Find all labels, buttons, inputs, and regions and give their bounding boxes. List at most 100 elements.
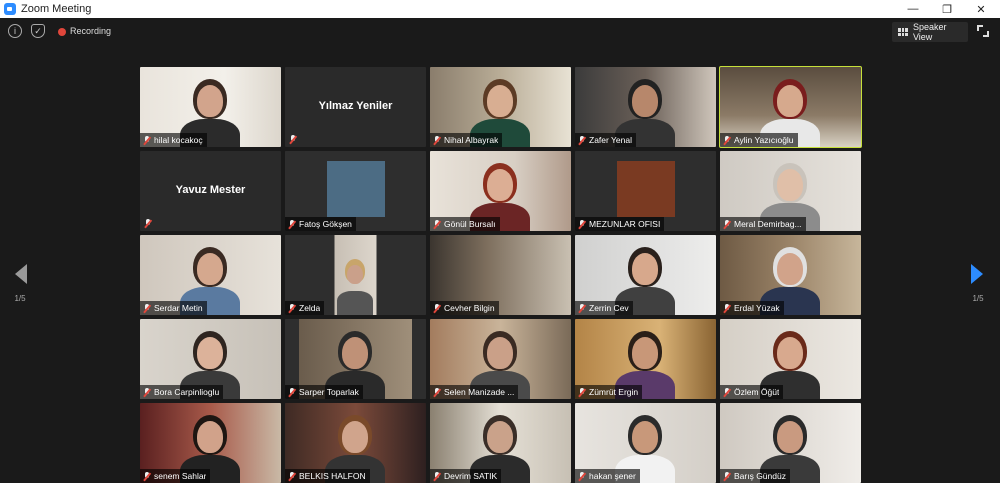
participant-name: Serdar Metin	[154, 303, 203, 313]
name-label: Selen Manizade ...	[430, 385, 519, 399]
participant-name: senem Sahlar	[154, 471, 207, 481]
window-title: Zoom Meeting	[21, 3, 92, 15]
maximize-button[interactable]: ❐	[930, 0, 964, 18]
meeting-toolbar: i ✓ Recording Speaker View	[0, 18, 1000, 46]
participant-tile[interactable]: MEZUNLAR OFISI	[575, 151, 716, 231]
name-label: Erdal Yüzak	[720, 301, 784, 315]
name-label: Özlem Öğüt	[720, 385, 784, 399]
participant-tile[interactable]: Zümrüt Ergin	[575, 319, 716, 399]
participant-tile[interactable]: Devrim SATIK	[430, 403, 571, 483]
participant-tile[interactable]: Zelda	[285, 235, 426, 315]
participant-name: Devrim SATIK	[444, 471, 498, 481]
participant-figure	[632, 337, 658, 369]
participant-tile[interactable]: Zafer Yenal	[575, 67, 716, 147]
recording-label: Recording	[70, 26, 112, 36]
participant-figure	[197, 421, 223, 453]
participant-name: Cevher Bilgin	[444, 303, 495, 313]
arrow-left-icon	[15, 264, 27, 284]
participant-tile[interactable]: hilal kocakoç	[140, 67, 281, 147]
participant-name: Yılmaz Yeniler	[318, 100, 393, 112]
participant-name: Özlem Öğüt	[734, 387, 780, 397]
participant-tile[interactable]: Bora Carpinlioglu	[140, 319, 281, 399]
participant-name: Zerrin Cev	[589, 303, 629, 313]
page-indicator-left: 1/5	[14, 294, 26, 303]
participant-figure	[487, 169, 513, 201]
title-bar: Zoom Meeting — ❐ ✕	[0, 0, 1000, 18]
mic-muted-icon	[143, 471, 151, 481]
gallery-grid: hilal kocakoç Yılmaz Yeniler Nihal Albayra…	[140, 66, 862, 483]
participant-tile[interactable]: Serdar Metin	[140, 235, 281, 315]
next-page-button[interactable]: 1/5	[966, 262, 990, 308]
participant-tile[interactable]: Selen Manizade ...	[430, 319, 571, 399]
grid-icon	[898, 28, 908, 36]
participant-tile[interactable]: Fatoş Gökşen	[285, 151, 426, 231]
fullscreen-icon[interactable]	[976, 24, 990, 38]
page-indicator-right: 1/5	[972, 294, 984, 303]
close-button[interactable]: ✕	[964, 0, 998, 18]
participant-tile[interactable]: Yılmaz Yeniler	[285, 67, 426, 147]
name-label: Zafer Yenal	[575, 133, 637, 147]
participant-tile[interactable]: Cevher Bilgin	[430, 235, 571, 315]
participant-name: MEZUNLAR OFISI	[589, 219, 661, 229]
name-label: hilal kocakoç	[140, 133, 207, 147]
participant-figure	[487, 337, 513, 369]
speaker-view-label: Speaker View	[912, 22, 947, 42]
minimize-button[interactable]: —	[896, 0, 930, 18]
participant-tile[interactable]: Nihal Albayrak	[430, 67, 571, 147]
mic-muted-icon	[723, 219, 731, 229]
name-label: MEZUNLAR OFISI	[575, 217, 665, 231]
name-label: Cevher Bilgin	[430, 301, 499, 315]
mic-muted-icon	[433, 135, 441, 145]
info-icon[interactable]: i	[8, 24, 22, 38]
previous-page-button[interactable]: 1/5	[8, 262, 32, 308]
participant-figure	[487, 85, 513, 117]
participant-name: Erdal Yüzak	[734, 303, 780, 313]
participant-name: Sarper Toparlak	[299, 387, 359, 397]
participant-name: Zelda	[299, 303, 321, 313]
speaker-view-button[interactable]: Speaker View	[892, 22, 968, 42]
mic-muted-icon	[578, 387, 586, 397]
profile-picture	[327, 161, 385, 217]
participant-name: Barış Gündüz	[734, 471, 786, 481]
name-label: Fatoş Gökşen	[285, 217, 356, 231]
participant-tile[interactable]: senem Sahlar	[140, 403, 281, 483]
participant-figure	[777, 253, 803, 285]
name-label: Nihal Albayrak	[430, 133, 503, 147]
shield-icon[interactable]: ✓	[31, 24, 45, 38]
participant-tile[interactable]: Meral Demirbag...	[720, 151, 861, 231]
participant-figure	[487, 421, 513, 453]
participant-figure	[632, 85, 658, 117]
participant-figure	[632, 253, 658, 285]
participant-tile[interactable]: Yavuz Mester	[140, 151, 281, 231]
name-label: Gönül Bursalı	[430, 217, 500, 231]
participant-name: Selen Manizade ...	[444, 387, 515, 397]
participant-name: Aylin Yazıcıoğlu	[734, 135, 794, 145]
participant-tile[interactable]: hakan şener	[575, 403, 716, 483]
participant-tile[interactable]: Aylin Yazıcıoğlu	[719, 66, 862, 148]
mic-muted-icon	[578, 135, 586, 145]
participant-tile[interactable]: Erdal Yüzak	[720, 235, 861, 315]
participant-tile[interactable]: Sarper Toparlak	[285, 319, 426, 399]
mic-muted-icon	[723, 471, 731, 481]
name-label: BELKIS HALFON	[285, 469, 370, 483]
participant-figure	[777, 85, 803, 117]
mic-muted-icon	[578, 303, 586, 313]
participant-figure	[197, 253, 223, 285]
mic-muted-icon	[723, 303, 731, 313]
participant-figure	[777, 421, 803, 453]
name-label: Meral Demirbag...	[720, 217, 806, 231]
participant-tile[interactable]: Gönül Bursalı	[430, 151, 571, 231]
mic-muted-icon	[433, 387, 441, 397]
participant-tile[interactable]: Özlem Öğüt	[720, 319, 861, 399]
participant-name: Yavuz Mester	[175, 184, 246, 196]
name-label: senem Sahlar	[140, 469, 211, 483]
name-label: hakan şener	[575, 469, 640, 483]
participant-figure	[342, 337, 368, 369]
participant-tile[interactable]: BELKIS HALFON	[285, 403, 426, 483]
participant-figure	[197, 85, 223, 117]
participant-tile[interactable]: Zerrin Cev	[575, 235, 716, 315]
participant-tile[interactable]: Barış Gündüz	[720, 403, 861, 483]
mic-muted-icon	[288, 471, 296, 481]
participant-figure	[342, 421, 368, 453]
participant-name: Zafer Yenal	[589, 135, 633, 145]
